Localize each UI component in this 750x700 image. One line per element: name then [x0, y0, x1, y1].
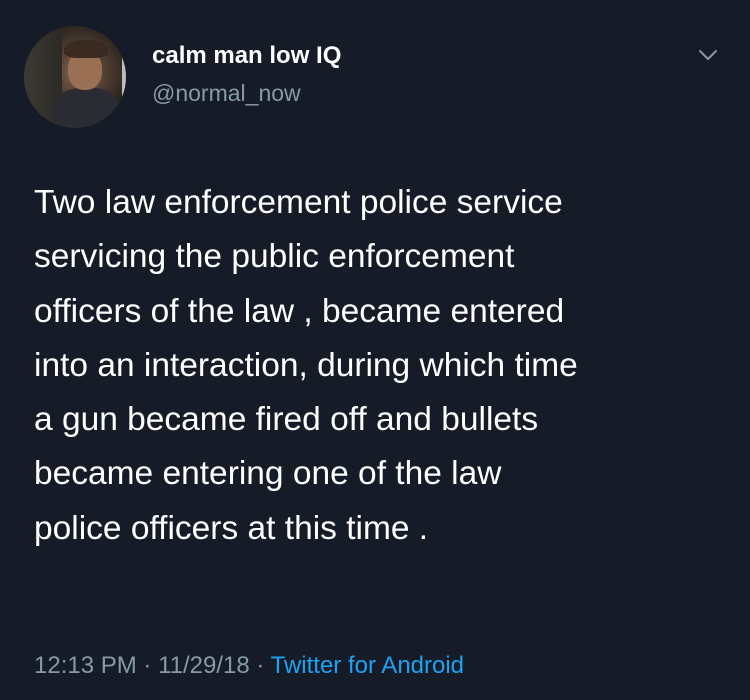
tweet-date[interactable]: 11/29/18	[158, 652, 250, 679]
tweet-time[interactable]: 12:13 PM	[34, 652, 137, 679]
tweet-text-line: officers of the law , became entered	[34, 292, 565, 330]
avatar-figure-hair	[64, 40, 108, 58]
avatar[interactable]	[24, 26, 126, 128]
tweet-text-line: police officers at this time .	[34, 509, 429, 547]
tweet-text: Two law enforcement police service servi…	[34, 176, 734, 556]
tweet-text-line: a gun became fired off and bullets	[34, 401, 539, 439]
tweet-text-line: became entering one of the law	[34, 455, 502, 493]
tweet-source-link[interactable]: Twitter for Android	[271, 652, 464, 679]
tweet-text-line: servicing the public enforcement	[34, 238, 515, 276]
meta-separator: ·	[249, 652, 271, 679]
tweet-metadata: 12:13 PM · 11/29/18 · Twitter for Androi…	[34, 652, 464, 680]
chevron-down-icon[interactable]	[697, 44, 719, 66]
tweet-text-line: into an interaction, during which time	[34, 346, 578, 384]
avatar-bar	[122, 26, 126, 128]
user-handle[interactable]: @normal_now	[152, 80, 301, 107]
display-name[interactable]: calm man low IQ	[152, 42, 341, 70]
meta-separator: ·	[136, 652, 159, 679]
tweet-card: calm man low IQ @normal_now Two law enfo…	[0, 0, 750, 700]
tweet-text-line: Two law enforcement police service	[34, 184, 563, 221]
avatar-figure-body	[54, 88, 120, 128]
